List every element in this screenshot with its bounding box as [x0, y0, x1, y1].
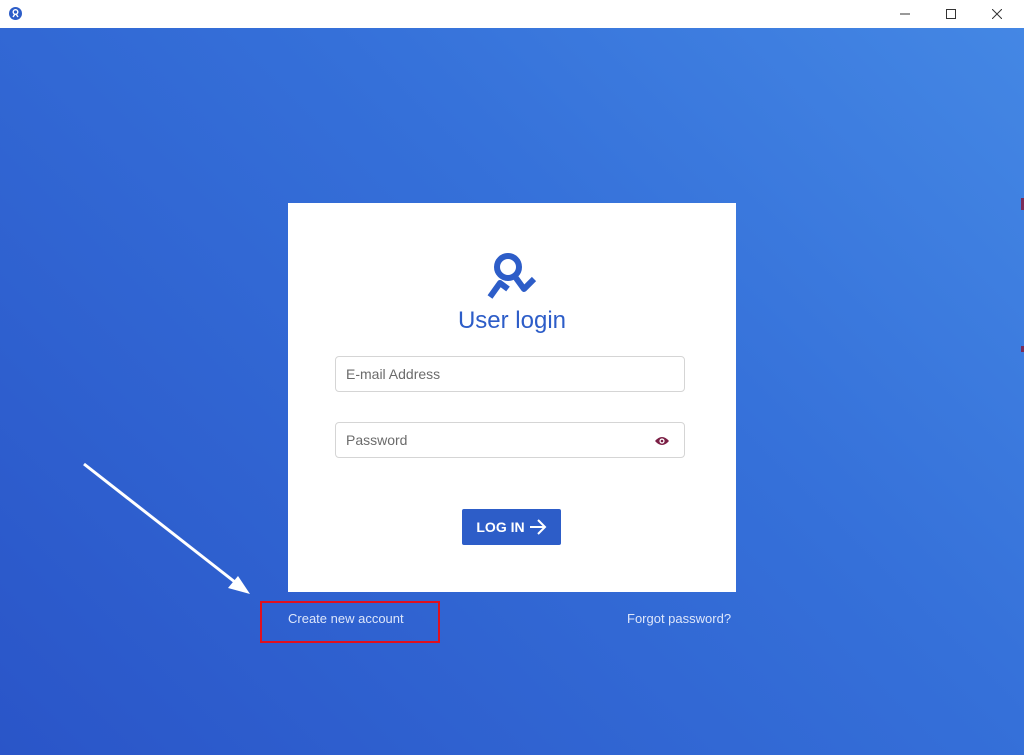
- title-bar: [0, 0, 1024, 28]
- close-button[interactable]: [974, 0, 1020, 28]
- arrow-right-icon: [529, 519, 547, 535]
- forgot-password-link[interactable]: Forgot password?: [627, 611, 731, 626]
- login-button-label: LOG IN: [476, 519, 525, 535]
- maximize-button[interactable]: [928, 0, 974, 28]
- user-logo-icon: [487, 253, 537, 299]
- login-screen: User login LOG IN Create new: [0, 28, 1024, 755]
- email-field[interactable]: [335, 356, 685, 392]
- page-title: User login: [457, 307, 567, 334]
- minimize-icon: [900, 13, 910, 15]
- email-input[interactable]: [346, 357, 636, 391]
- close-icon: [992, 9, 1002, 19]
- highlight-box: [260, 601, 440, 643]
- maximize-icon: [946, 9, 956, 19]
- login-button[interactable]: LOG IN: [462, 509, 561, 545]
- pointer-arrow-icon: [83, 462, 250, 594]
- eye-icon[interactable]: [654, 435, 670, 447]
- user-logo-icon: [9, 7, 22, 20]
- app-window: User login LOG IN Create new: [0, 0, 1024, 755]
- minimize-button[interactable]: [882, 0, 928, 28]
- password-input[interactable]: [346, 423, 636, 457]
- password-field[interactable]: [335, 422, 685, 458]
- login-card: User login LOG IN: [288, 203, 736, 592]
